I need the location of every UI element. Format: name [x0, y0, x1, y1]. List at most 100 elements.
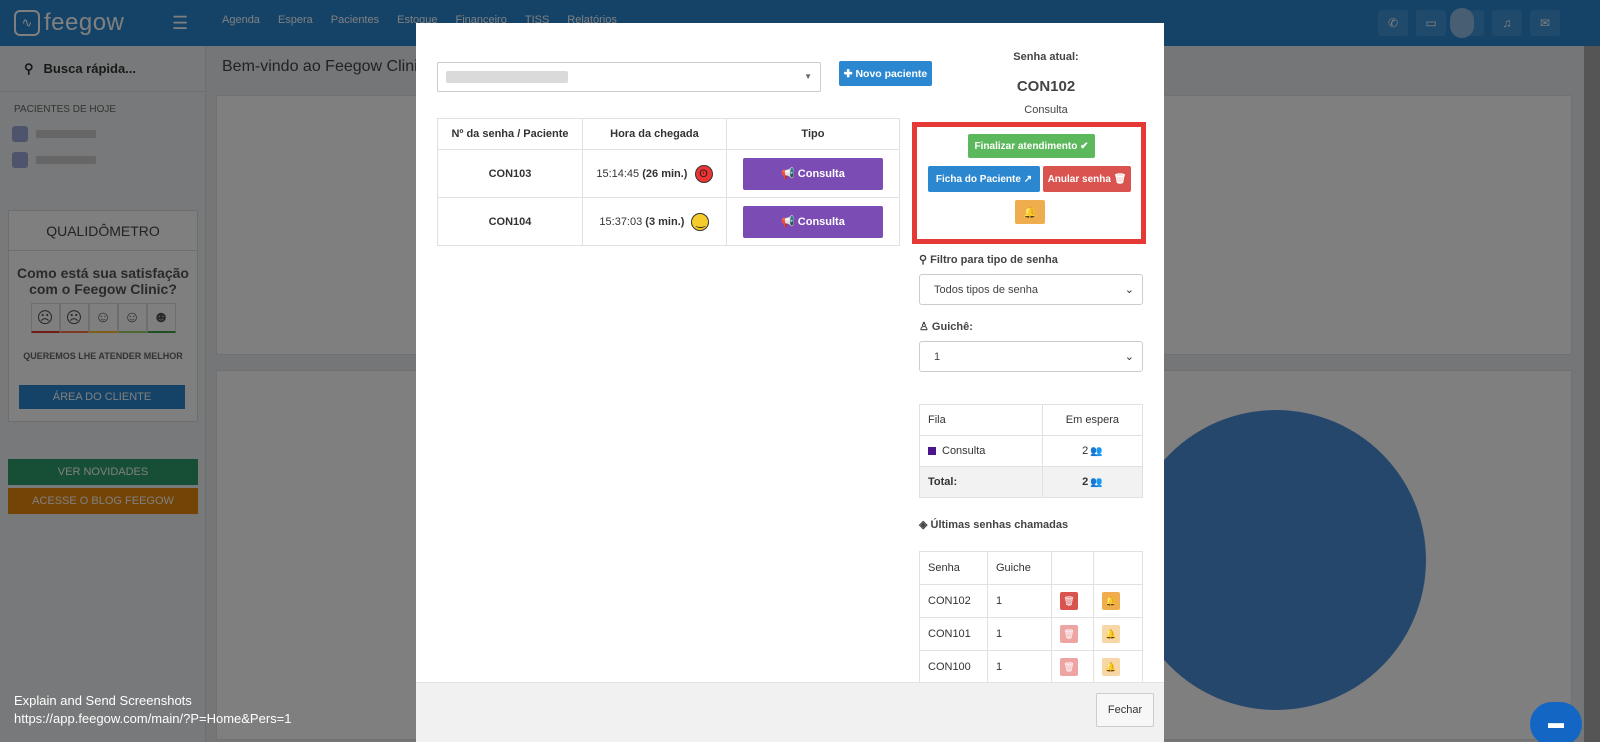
plus-icon: ✚ [843, 67, 856, 80]
bell-icon[interactable]: 🔔 [1102, 592, 1120, 610]
patient-select[interactable]: ▼ [437, 62, 821, 92]
column-header: Hora da chegada [582, 118, 727, 150]
bell-icon[interactable]: 🔔 [1102, 625, 1120, 643]
screenshot-note-url: https://app.feegow.com/main/?P=Home&Pers… [14, 711, 292, 726]
table-row: CON102 1 🗑 🔔 [919, 584, 1143, 618]
tipo-cell: 📢 Consulta [725, 149, 901, 198]
ficha-paciente-button[interactable]: Ficha do Paciente ↗ [928, 166, 1040, 192]
table-row: CON101 1 🗑 🔔 [919, 617, 1143, 651]
senha-cell: CON104 [436, 197, 584, 246]
screenshot-note-title: Explain and Send Screenshots [14, 693, 192, 708]
guiche-cell: 1 [987, 584, 1052, 618]
total-count: 2 [1082, 476, 1089, 488]
column-header: Em espera [1041, 404, 1144, 436]
senha-atual-label: Senha atual: [1013, 51, 1079, 63]
chat-widget-button[interactable]: ▬ [1530, 702, 1582, 742]
chevron-down-icon: ⌄ [1124, 351, 1134, 363]
novo-paciente-label: Novo paciente [855, 67, 928, 80]
ultimas-senhas-table: Senha Guiche CON102 1 🗑 🔔 CON101 1 🗑 🔔 C… [919, 551, 1143, 684]
column-header [1051, 551, 1094, 585]
chat-icon: ▬ [1548, 715, 1564, 732]
guiche-label: ♙ Guichê: [919, 320, 973, 333]
senha-atual-value: CON102 [1016, 78, 1076, 95]
ultimas-label-text: Últimas senhas chamadas [930, 519, 1069, 531]
senha-cell: CON101 [919, 617, 988, 651]
queue-table: Nº da senha / Paciente Hora da chegada T… [436, 118, 901, 246]
total-count-cell: 2 👥 [1041, 466, 1144, 498]
bell-icon[interactable]: 🔔 [1102, 658, 1120, 676]
guiche-select[interactable]: 1 ⌄ [919, 341, 1143, 372]
caret-down-icon: ▼ [804, 72, 812, 81]
column-header: Senha [919, 551, 988, 585]
filtro-value: Todos tipos de senha [934, 283, 1038, 296]
delete-cell: 🗑 [1051, 584, 1094, 618]
search-icon: ⚲ [919, 254, 931, 266]
total-label: Total: [919, 466, 1043, 498]
trash-icon[interactable]: 🗑 [1060, 592, 1078, 610]
fila-count: 2 [1082, 445, 1089, 457]
hora-chegada: 15:14:45 [596, 167, 640, 180]
bell-icon: 🔔 [1023, 206, 1037, 219]
anular-senha-button[interactable]: Anular senha 🗑 [1043, 166, 1131, 192]
consulta-call-button[interactable]: 📢 Consulta [742, 157, 883, 190]
queue-color-swatch [928, 447, 936, 456]
megaphone-icon: 📢 [781, 216, 798, 228]
table-row: Consulta 2 👥 [919, 435, 1144, 467]
guiche-cell: 1 [987, 650, 1052, 684]
bell-cell: 🔔 [1093, 617, 1143, 651]
modal-footer: Fechar [416, 682, 1164, 742]
filtro-label: ⚲ Filtro para tipo de senha [919, 253, 1058, 266]
guiche-value: 1 [934, 350, 941, 363]
call-again-button[interactable]: 🔔 [1015, 200, 1045, 224]
patient-name-blurred [446, 71, 568, 83]
chevron-down-icon: ⌄ [1124, 284, 1134, 296]
users-icon: 👥 [1090, 446, 1103, 457]
fila-name: Consulta [942, 445, 986, 457]
angry-face-icon: ʘ [694, 164, 713, 183]
senha-cell: CON102 [919, 584, 988, 618]
fila-count-cell: 2 👥 [1041, 435, 1144, 467]
page-scrollbar[interactable] [1584, 46, 1600, 742]
hora-cell: 15:37:03 (3 min.) ‿ [582, 197, 727, 246]
table-row: CON104 15:37:03 (3 min.) ‿ 📢 Consulta [436, 197, 901, 246]
tempo-espera: (3 min.) [645, 215, 685, 228]
senha-atual-tipo: Consulta [1024, 104, 1068, 116]
tipo-label: Consulta [797, 167, 845, 180]
external-link-icon: ↗ [1020, 173, 1033, 185]
tipo-label: Consulta [797, 215, 845, 228]
trash-icon[interactable]: 🗑 [1060, 658, 1078, 676]
tempo-espera: (26 min.) [642, 167, 688, 180]
column-header [1093, 551, 1143, 585]
column-header: Fila [919, 404, 1043, 436]
fila-name-cell: Consulta [919, 435, 1043, 467]
bell-cell: 🔔 [1093, 584, 1143, 618]
fila-table: Fila Em espera Consulta 2 👥 Total: 2 👥 [919, 404, 1144, 498]
queue-modal: ▼ ✚ Novo paciente Nº da senha / Paciente… [416, 23, 1164, 742]
fechar-button[interactable]: Fechar [1096, 693, 1154, 727]
finalizar-label: Finalizar atendimento [974, 140, 1078, 152]
hora-cell: 15:14:45 (26 min.) ʘ [582, 149, 727, 198]
senha-cell: CON103 [436, 149, 584, 198]
anular-label: Anular senha [1047, 173, 1111, 185]
finalizar-atendimento-button[interactable]: Finalizar atendimento ✔ [968, 134, 1095, 158]
delete-cell: 🗑 [1051, 617, 1094, 651]
trash-icon[interactable]: 🗑 [1060, 625, 1078, 643]
check-icon: ✔ [1077, 140, 1089, 152]
megaphone-icon: 📢 [781, 168, 798, 180]
bell-cell: 🔔 [1093, 650, 1143, 684]
guiche-cell: 1 [987, 617, 1052, 651]
column-header: Tipo [725, 118, 901, 150]
total-row: Total: 2 👥 [919, 466, 1144, 498]
table-row: CON103 15:14:45 (26 min.) ʘ 📢 Consulta [436, 149, 901, 198]
filtro-select[interactable]: Todos tipos de senha ⌄ [919, 274, 1143, 305]
user-icon: ♙ [919, 321, 932, 333]
ticket-icon: ◈ [919, 519, 931, 531]
table-row: CON100 1 🗑 🔔 [919, 650, 1143, 684]
screenshot-note: Explain and Send Screenshots https://app… [14, 692, 292, 728]
ficha-label: Ficha do Paciente [935, 173, 1021, 185]
tipo-cell: 📢 Consulta [725, 197, 901, 246]
novo-paciente-button[interactable]: ✚ Novo paciente [839, 61, 932, 86]
hora-chegada: 15:37:03 [599, 215, 643, 228]
consulta-call-button[interactable]: 📢 Consulta [742, 205, 883, 238]
delete-cell: 🗑 [1051, 650, 1094, 684]
